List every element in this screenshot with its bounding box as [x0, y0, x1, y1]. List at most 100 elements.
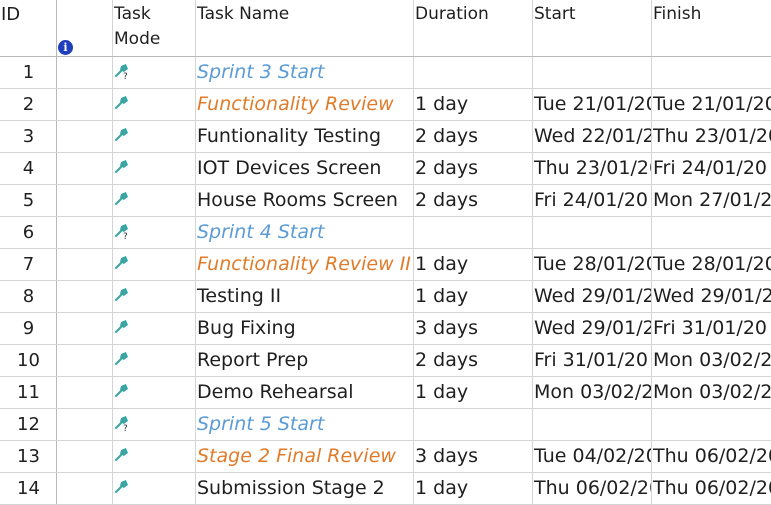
task-name-cell[interactable]: House Rooms Screen — [196, 185, 414, 216]
start-cell[interactable]: Wed 29/01/2 — [533, 313, 652, 344]
finish-cell[interactable]: Tue 28/01/20 — [652, 249, 771, 280]
row-indicator-cell[interactable] — [57, 249, 113, 280]
duration-cell[interactable]: 3 days — [414, 313, 533, 344]
start-cell[interactable] — [533, 217, 652, 248]
row-id-cell[interactable]: 6 — [0, 217, 57, 248]
finish-cell[interactable]: Fri 31/01/20 — [652, 313, 771, 344]
start-cell[interactable]: Tue 04/02/20 — [533, 441, 652, 472]
row-indicator-cell[interactable] — [57, 313, 113, 344]
table-row[interactable]: 11 Demo Rehearsal 1 day Mon 03/02/2 Mon 03/0… — [0, 377, 771, 409]
row-indicator-cell[interactable] — [57, 57, 113, 88]
table-row[interactable]: 6? Sprint 4 Start — [0, 217, 771, 249]
column-header-start[interactable]: Start — [533, 0, 652, 56]
row-id-cell[interactable]: 5 — [0, 185, 57, 216]
duration-cell[interactable]: 1 day — [414, 89, 533, 120]
task-mode-cell[interactable] — [113, 473, 196, 504]
task-mode-cell[interactable] — [113, 313, 196, 344]
row-indicator-cell[interactable] — [57, 441, 113, 472]
table-row[interactable]: 10 Report Prep 2 days Fri 31/01/20 Mon 03/02… — [0, 345, 771, 377]
finish-cell[interactable]: Mon 03/02/2 — [652, 345, 771, 376]
row-id-cell[interactable]: 7 — [0, 249, 57, 280]
start-cell[interactable]: Tue 21/01/20 — [533, 89, 652, 120]
task-name-cell[interactable]: Funtionality Testing — [196, 121, 414, 152]
duration-cell[interactable] — [414, 217, 533, 248]
table-row[interactable]: 12? Sprint 5 Start — [0, 409, 771, 441]
task-mode-cell[interactable] — [113, 345, 196, 376]
start-cell[interactable]: Fri 31/01/20 — [533, 345, 652, 376]
finish-cell[interactable]: Wed 29/01/2 — [652, 281, 771, 312]
task-name-cell[interactable]: Functionality Review — [196, 89, 414, 120]
row-indicator-cell[interactable] — [57, 345, 113, 376]
row-id-cell[interactable]: 9 — [0, 313, 57, 344]
finish-cell[interactable]: Fri 24/01/20 — [652, 153, 771, 184]
table-row[interactable]: 13 Stage 2 Final Review 3 days Tue 04/02/20… — [0, 441, 771, 473]
finish-cell[interactable]: Thu 23/01/20 — [652, 121, 771, 152]
finish-cell[interactable] — [652, 57, 771, 88]
task-name-cell[interactable]: Sprint 4 Start — [196, 217, 414, 248]
start-cell[interactable]: Wed 29/01/2 — [533, 281, 652, 312]
row-id-cell[interactable]: 10 — [0, 345, 57, 376]
task-mode-cell[interactable]: ? — [113, 217, 196, 248]
row-id-cell[interactable]: 2 — [0, 89, 57, 120]
start-cell[interactable]: Fri 24/01/20 — [533, 185, 652, 216]
table-row[interactable]: 14 Submission Stage 21 day Thu 06/02/20 Thu… — [0, 473, 771, 505]
duration-cell[interactable]: 1 day — [414, 377, 533, 408]
task-mode-cell[interactable] — [113, 249, 196, 280]
task-mode-cell[interactable] — [113, 153, 196, 184]
task-mode-cell[interactable] — [113, 441, 196, 472]
start-cell[interactable]: Thu 23/01/20 — [533, 153, 652, 184]
start-cell[interactable]: Mon 03/02/2 — [533, 377, 652, 408]
row-indicator-cell[interactable] — [57, 377, 113, 408]
column-header-duration[interactable]: Duration — [414, 0, 533, 56]
finish-cell[interactable] — [652, 217, 771, 248]
task-mode-cell[interactable] — [113, 281, 196, 312]
finish-cell[interactable]: Mon 03/02/2 — [652, 377, 771, 408]
start-cell[interactable] — [533, 57, 652, 88]
start-cell[interactable]: Wed 22/01/2 — [533, 121, 652, 152]
row-indicator-cell[interactable] — [57, 153, 113, 184]
row-indicator-cell[interactable] — [57, 281, 113, 312]
column-header-task-mode[interactable]: Task Mode — [113, 0, 196, 56]
column-header-finish[interactable]: Finish — [652, 0, 771, 56]
task-name-cell[interactable]: Demo Rehearsal — [196, 377, 414, 408]
duration-cell[interactable]: 1 day — [414, 281, 533, 312]
finish-cell[interactable]: Mon 27/01/2 — [652, 185, 771, 216]
task-name-cell[interactable]: Functionality Review II — [196, 249, 414, 280]
task-name-cell[interactable]: Testing II — [196, 281, 414, 312]
table-row[interactable]: 5 House Rooms Screen 2 days Fri 24/01/20 Mon… — [0, 185, 771, 217]
duration-cell[interactable]: 2 days — [414, 121, 533, 152]
duration-cell[interactable] — [414, 57, 533, 88]
row-indicator-cell[interactable] — [57, 121, 113, 152]
duration-cell[interactable]: 1 day — [414, 473, 533, 504]
start-cell[interactable] — [533, 409, 652, 440]
table-row[interactable]: 8 Testing II 1 day Wed 29/01/2 Wed 29/01/2 — [0, 281, 771, 313]
row-id-cell[interactable]: 12 — [0, 409, 57, 440]
duration-cell[interactable] — [414, 409, 533, 440]
task-name-cell[interactable]: Sprint 5 Start — [196, 409, 414, 440]
task-mode-cell[interactable]: ? — [113, 409, 196, 440]
task-name-cell[interactable]: Stage 2 Final Review — [196, 441, 414, 472]
table-row[interactable]: 3 Funtionality Testing 2 days Wed 22/01/2 Th… — [0, 121, 771, 153]
table-row[interactable]: 2 Functionality Review 1 day Tue 21/01/20 Tu… — [0, 89, 771, 121]
start-cell[interactable]: Thu 06/02/20 — [533, 473, 652, 504]
finish-cell[interactable]: Tue 21/01/20 — [652, 89, 771, 120]
start-cell[interactable]: Tue 28/01/20 — [533, 249, 652, 280]
duration-cell[interactable]: 2 days — [414, 185, 533, 216]
task-name-cell[interactable]: Sprint 3 Start — [196, 57, 414, 88]
task-mode-cell[interactable] — [113, 377, 196, 408]
task-mode-cell[interactable]: ? — [113, 57, 196, 88]
column-header-indicators[interactable]: i — [57, 0, 113, 56]
task-name-cell[interactable]: Report Prep — [196, 345, 414, 376]
row-id-cell[interactable]: 1 — [0, 57, 57, 88]
column-header-id[interactable]: ID — [0, 0, 57, 56]
row-id-cell[interactable]: 11 — [0, 377, 57, 408]
finish-cell[interactable] — [652, 409, 771, 440]
task-mode-cell[interactable] — [113, 89, 196, 120]
duration-cell[interactable]: 3 days — [414, 441, 533, 472]
row-indicator-cell[interactable] — [57, 473, 113, 504]
task-mode-cell[interactable] — [113, 185, 196, 216]
table-row[interactable]: 4 IOT Devices Screen 2 days Thu 23/01/20 Fri… — [0, 153, 771, 185]
column-header-task-name[interactable]: Task Name — [196, 0, 414, 56]
finish-cell[interactable]: Thu 06/02/20 — [652, 473, 771, 504]
row-indicator-cell[interactable] — [57, 89, 113, 120]
